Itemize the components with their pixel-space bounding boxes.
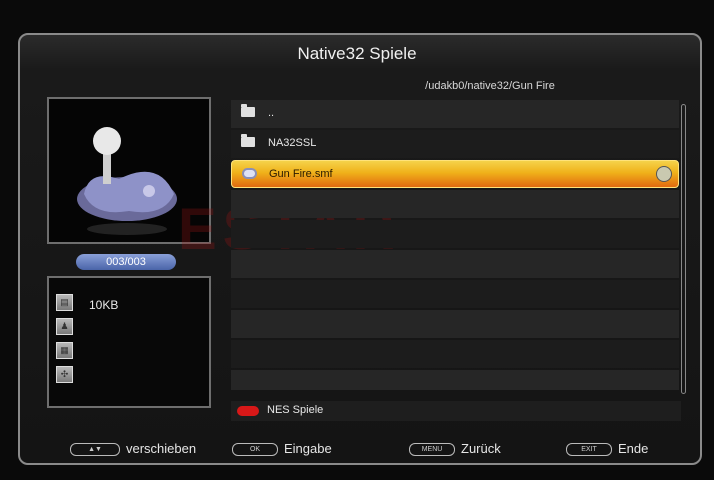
file-type-icon: ▤ [56,294,73,311]
list-item-parent[interactable]: .. [231,100,679,128]
calendar-icon: ▦ [56,342,73,359]
scrollbar[interactable] [681,104,686,394]
footer-menu-hint: MENU Zurück [409,441,501,457]
folder-icon [241,134,255,147]
lock-icon [656,166,672,182]
footer-ok-label: Eingabe [284,441,332,456]
file-list: .. NA32SSL Gun Fire.smf [231,100,683,394]
footer-ok-hint: OK Eingabe [232,441,332,457]
list-row-empty [231,370,679,390]
list-item-na32ssl[interactable]: NA32SSL [231,130,679,158]
list-row-empty [231,250,679,278]
page-title: Native32 Spiele [297,44,417,63]
footer-move-label: verschieben [126,441,197,456]
list-item-label: Gun Fire.smf [269,168,333,180]
exit-key-icon: EXIT [566,443,612,457]
footer-exit-label: Ende [618,441,649,456]
network-icon: ✣ [56,366,73,383]
arrow-keys-icon: ▲▼ [70,443,120,457]
list-row-empty [231,280,679,308]
list-row-empty [231,220,679,248]
ok-key-icon: OK [232,443,278,457]
list-item-label: NA32SSL [268,137,317,149]
list-row-empty [231,190,679,218]
footer-move-hint: ▲▼ verschieben [70,441,197,457]
list-row-empty [231,340,679,368]
nes-games-bar[interactable]: NES Spiele [231,401,681,421]
list-item-label: .. [268,107,275,119]
folder-icon [241,104,255,117]
red-button-icon [237,406,259,416]
file-counter: 003/003 [76,254,176,270]
nes-games-label: NES Spiele [267,404,324,416]
list-item-gun-fire[interactable]: Gun Fire.smf [231,160,679,188]
footer-exit-hint: EXIT Ende [566,441,649,457]
person-icon: ♟ [56,318,73,335]
footer-menu-label: Zurück [461,441,501,456]
file-info-panel: ▤ ♟ ▦ ✣ 10KB [47,276,211,408]
file-size: 10KB [89,298,119,312]
breadcrumb-path: /udakb0/native32/Gun Fire [425,80,555,92]
list-row-empty [231,310,679,338]
menu-key-icon: MENU [409,443,455,457]
file-icon [242,168,257,179]
